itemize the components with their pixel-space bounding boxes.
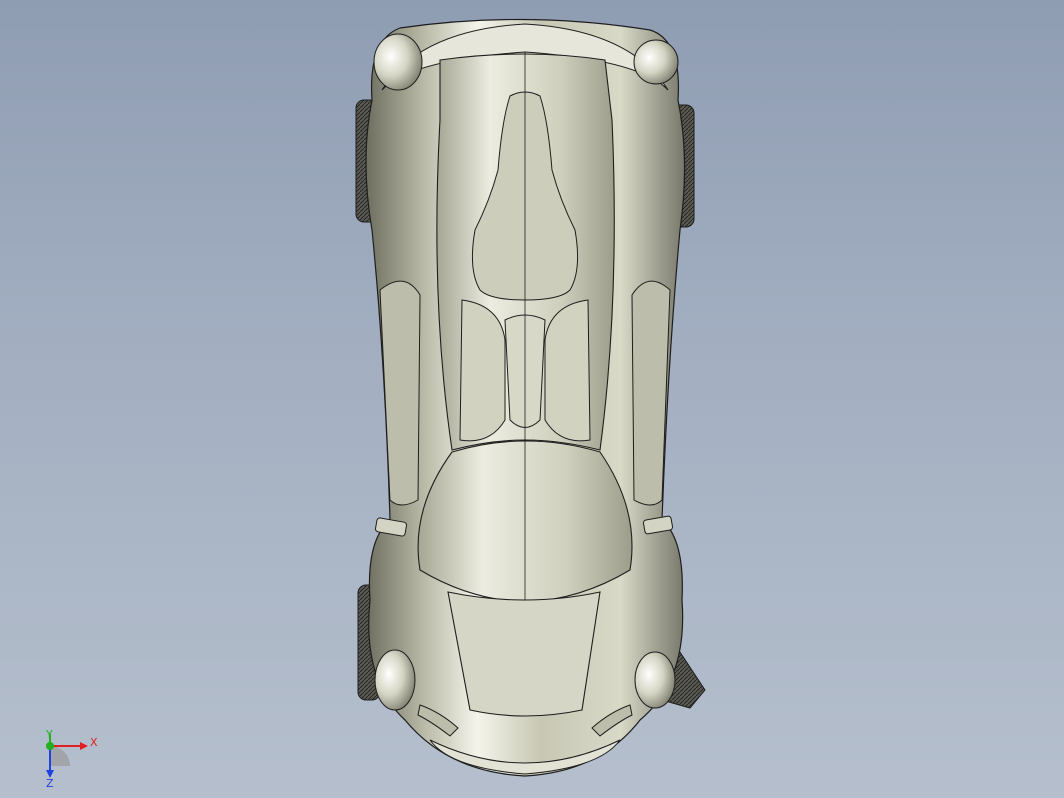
x-axis-arrow-icon — [80, 742, 88, 750]
side-intake-left — [379, 280, 421, 506]
graphics-viewport[interactable]: X Y Z — [0, 0, 1064, 798]
spine-panel-left — [459, 299, 506, 442]
car-model-top-view[interactable] — [0, 0, 1064, 798]
rear-light-right — [633, 39, 679, 85]
headlight-left — [374, 649, 416, 711]
y-axis-label: Y — [45, 730, 53, 741]
rear-light-left — [373, 33, 423, 91]
headlight-right — [634, 651, 676, 709]
triad-shadow — [50, 746, 70, 766]
triad-origin — [46, 742, 54, 750]
front-hood — [447, 591, 601, 717]
x-axis-label: X — [90, 736, 98, 749]
axis-triad: X Y Z — [45, 730, 98, 788]
spine-panel-right — [544, 299, 591, 442]
z-axis-label: Z — [46, 777, 54, 788]
